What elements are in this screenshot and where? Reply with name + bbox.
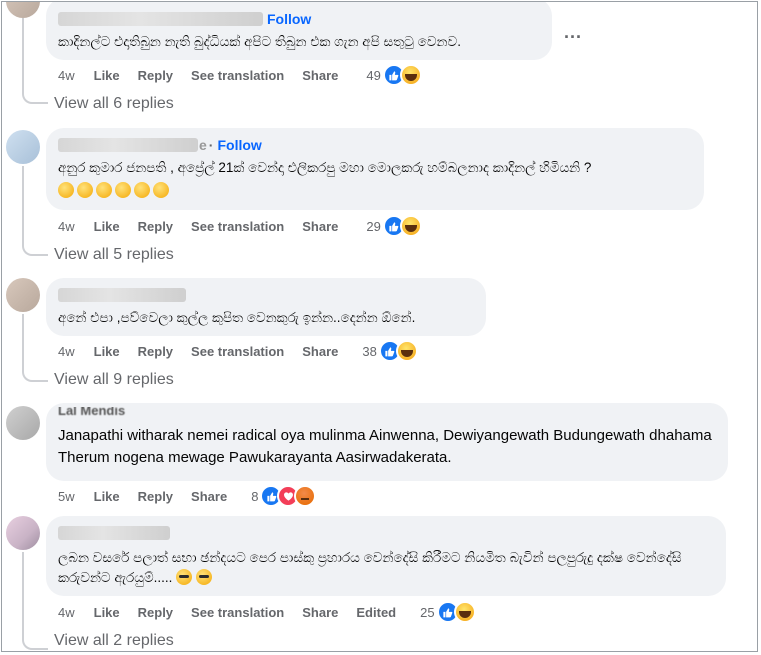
comment-actions: 4w Like Reply See translation Share 38 xyxy=(58,340,418,362)
blurred-name xyxy=(58,138,198,152)
like-button[interactable]: Like xyxy=(94,605,120,620)
holding-tears-emoji-icon xyxy=(134,182,150,198)
rofl-emoji-icon xyxy=(77,182,93,198)
reaction-count: 29 xyxy=(366,218,381,234)
haha-reaction-icon xyxy=(399,64,422,86)
comment-actions: 4w Like Reply See translation Share 29 xyxy=(58,215,422,237)
sunglasses-emoji-icon xyxy=(195,569,212,585)
like-button[interactable]: Like xyxy=(94,219,120,234)
avatar[interactable] xyxy=(6,2,40,18)
comment-actions: 5w Like Reply Share 8 xyxy=(58,485,317,507)
comment-actions: 4w Like Reply See translation Share Edit… xyxy=(58,601,476,623)
comment-author[interactable]: Follow xyxy=(58,10,540,28)
reply-button[interactable]: Reply xyxy=(138,68,173,83)
haha-reaction-icon xyxy=(399,215,422,237)
timestamp[interactable]: 5w xyxy=(58,489,75,504)
like-button[interactable]: Like xyxy=(94,489,120,504)
blurred-name xyxy=(58,526,170,540)
comment-author[interactable]: e · Follow xyxy=(58,136,692,154)
share-button[interactable]: Share xyxy=(191,489,227,504)
reply-button[interactable]: Reply xyxy=(138,605,173,620)
share-button[interactable]: Share xyxy=(302,219,338,234)
avatar[interactable] xyxy=(6,278,40,312)
avatar[interactable] xyxy=(6,130,40,164)
blurred-name xyxy=(58,288,186,302)
comment-bubble: අනේ එපා ,පව්වෙලා කුල්ල කුපිත වෙනකුරු ඉන්… xyxy=(46,278,486,336)
comment-text: Janapathi witharak nemei radical oya mul… xyxy=(58,427,712,466)
see-translation-button[interactable]: See translation xyxy=(191,68,284,83)
like-button[interactable]: Like xyxy=(94,344,120,359)
comment-text: අනුර කුමාර ජනපති , අප්‍රේල් 21ක් වෙන්දා … xyxy=(58,160,592,175)
reaction-count: 25 xyxy=(420,604,435,620)
timestamp[interactable]: 4w xyxy=(58,344,75,359)
comment-actions: 4w Like Reply See translation Share 49 xyxy=(58,64,422,86)
comment-text: අනේ එපා ,පව්වෙලා කුල්ල කුපිත වෙනකුරු ඉන්… xyxy=(58,310,416,325)
name-suffix: e xyxy=(199,137,207,153)
see-translation-button[interactable]: See translation xyxy=(191,605,284,620)
edited-label[interactable]: Edited xyxy=(356,605,396,620)
share-button[interactable]: Share xyxy=(302,68,338,83)
reaction-summary[interactable]: 25 xyxy=(420,601,476,623)
comment-bubble: ලබන වසරේ පලාත් සභා ඡන්දයට පෙර පාස්කු ප්‍… xyxy=(46,516,726,596)
avatar[interactable] xyxy=(6,406,40,440)
timestamp[interactable]: 4w xyxy=(58,219,75,234)
sad-emoji-icon xyxy=(58,182,74,198)
follow-button[interactable]: Follow xyxy=(217,137,261,153)
emoji-row xyxy=(58,182,692,198)
see-translation-button[interactable]: See translation xyxy=(191,344,284,359)
view-replies-link[interactable]: View all 6 replies xyxy=(54,95,174,113)
reaction-count: 8 xyxy=(251,488,259,504)
angry-reaction-icon xyxy=(294,485,317,507)
sunglasses-emoji-icon xyxy=(176,569,193,585)
comment-text: ලබන වසරේ පලාත් සභා ඡන්දයට පෙර පාස්කු ප්‍… xyxy=(58,548,714,588)
grin-emoji-icon xyxy=(115,182,131,198)
view-replies-link[interactable]: View all 2 replies xyxy=(54,632,174,650)
like-button[interactable]: Like xyxy=(94,68,120,83)
reply-button[interactable]: Reply xyxy=(138,489,173,504)
reaction-summary[interactable]: 8 xyxy=(251,485,317,507)
comment-bubble: Lal Mendis Janapathi witharak nemei radi… xyxy=(46,403,728,481)
share-button[interactable]: Share xyxy=(302,605,338,620)
comments-panel: Follow කාදිනල්ට එදාතිබුන නැති බුද්ධියක් … xyxy=(1,1,758,652)
reaction-summary[interactable]: 29 xyxy=(366,215,422,237)
comment-author[interactable] xyxy=(58,286,474,304)
reply-button[interactable]: Reply xyxy=(138,219,173,234)
reply-button[interactable]: Reply xyxy=(138,344,173,359)
haha-reaction-icon xyxy=(395,340,418,362)
timestamp[interactable]: 4w xyxy=(58,605,75,620)
reaction-summary[interactable]: 49 xyxy=(366,64,422,86)
comment-text-body: ලබන වසරේ පලාත් සභා ඡන්දයට පෙර පාස්කු ප්‍… xyxy=(58,550,682,585)
view-replies-link[interactable]: View all 9 replies xyxy=(54,371,174,389)
haha-reaction-icon xyxy=(453,601,476,623)
comment-bubble: Follow කාදිනල්ට එදාතිබුන නැති බුද්ධියක් … xyxy=(46,2,552,60)
comment-author[interactable] xyxy=(58,524,714,542)
share-button[interactable]: Share xyxy=(302,344,338,359)
follow-button[interactable]: Follow xyxy=(267,11,311,27)
comment-author[interactable]: Lal Mendis xyxy=(58,407,716,419)
see-translation-button[interactable]: See translation xyxy=(191,219,284,234)
comment-bubble: e · Follow අනුර කුමාර ජනපති , අප්‍රේල් 2… xyxy=(46,128,704,210)
comment-text: කාදිනල්ට එදාතිබුන නැති බුද්ධියක් අපිට ති… xyxy=(58,34,461,49)
more-options-icon[interactable]: ... xyxy=(564,22,582,43)
blurred-name xyxy=(58,12,263,26)
view-replies-link[interactable]: View all 5 replies xyxy=(54,246,174,264)
separator-dot: · xyxy=(208,137,214,153)
joy-emoji-icon xyxy=(96,182,112,198)
timestamp[interactable]: 4w xyxy=(58,68,75,83)
reaction-summary[interactable]: 38 xyxy=(362,340,418,362)
relieved-emoji-icon xyxy=(153,182,169,198)
avatar[interactable] xyxy=(6,516,40,550)
reaction-count: 38 xyxy=(362,343,377,359)
author-name[interactable]: Lal Mendis xyxy=(58,407,125,418)
reaction-count: 49 xyxy=(366,67,381,83)
